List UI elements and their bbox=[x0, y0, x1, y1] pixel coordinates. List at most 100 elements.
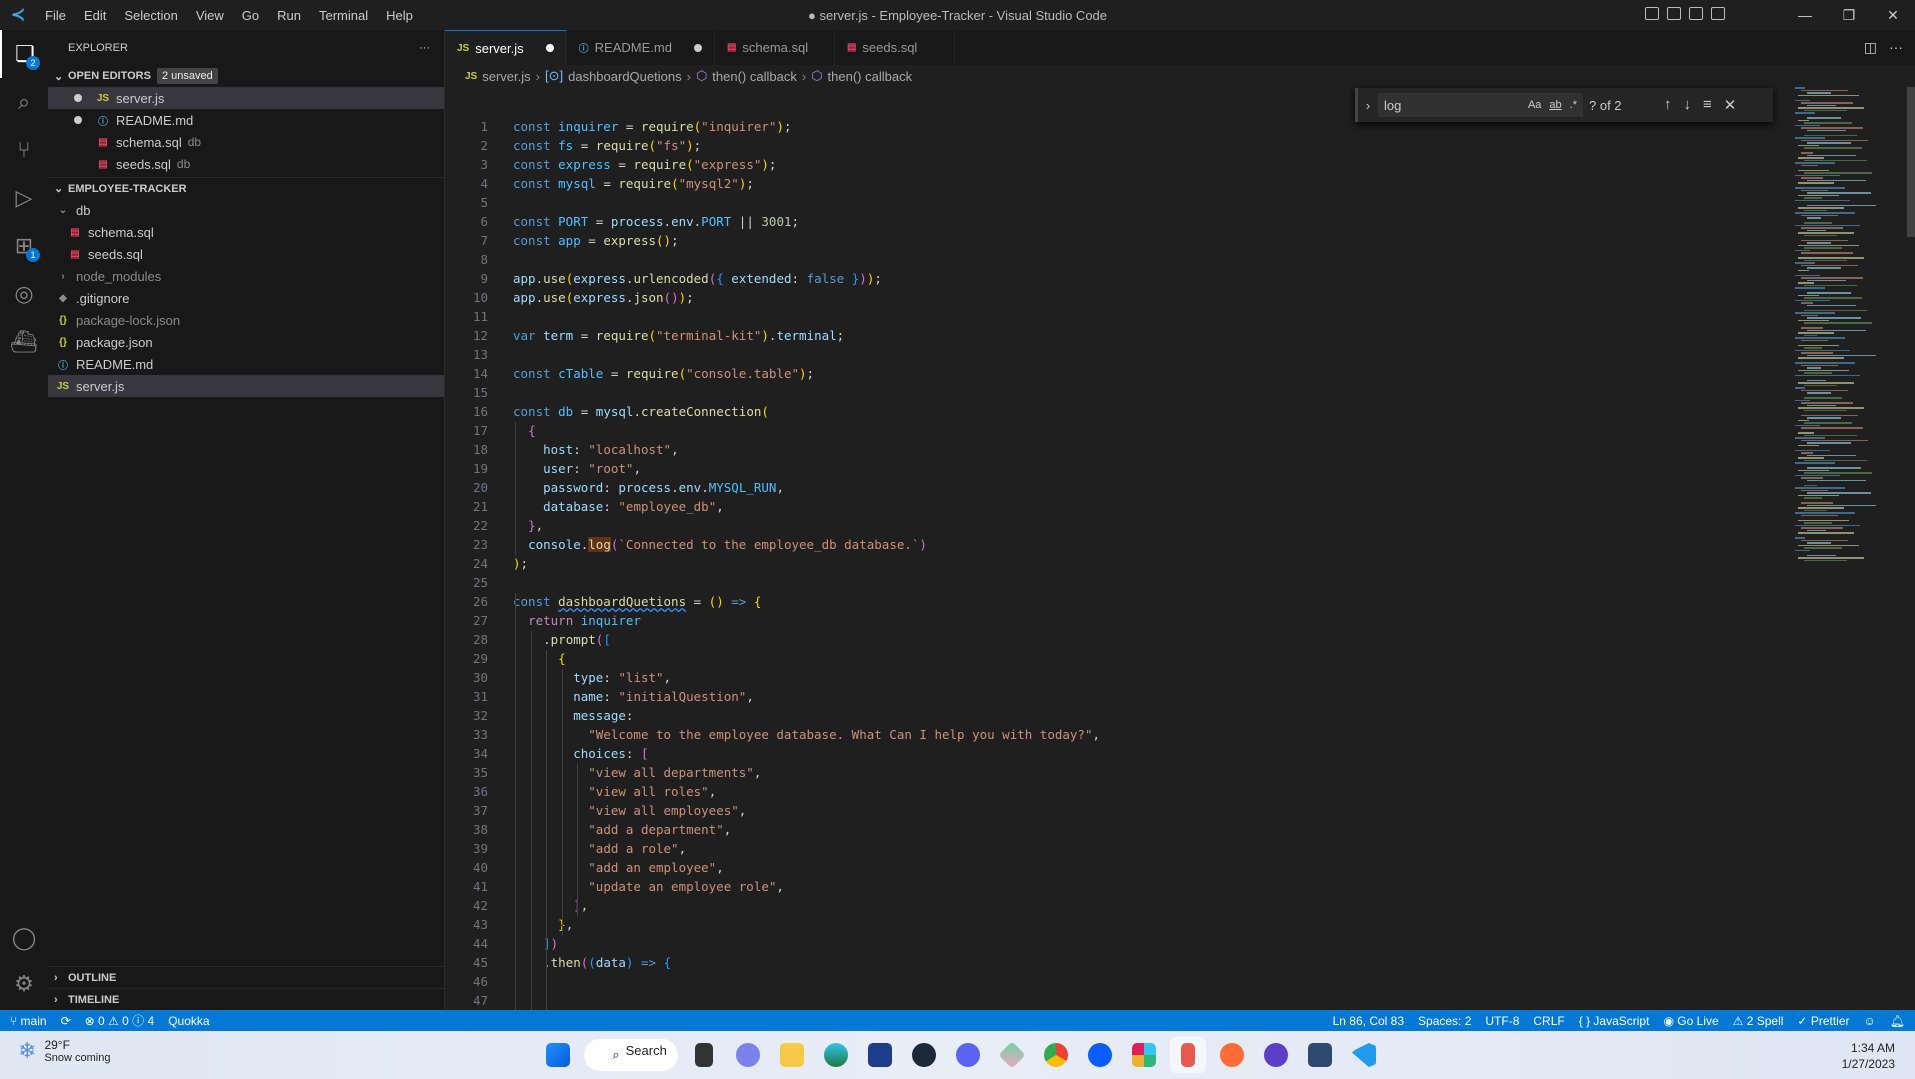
toggle-secondary-sidebar-icon[interactable] bbox=[1689, 7, 1703, 20]
tab-server-js[interactable]: JS server.js bbox=[445, 30, 567, 65]
tab-seeds-sql[interactable]: ▤ seeds.sql bbox=[834, 30, 955, 65]
code-line[interactable]: ]) bbox=[513, 935, 558, 952]
code-line[interactable]: database: "employee_db", bbox=[513, 498, 724, 515]
chrome-icon[interactable] bbox=[1038, 1037, 1074, 1073]
more-actions-icon[interactable]: ··· bbox=[1889, 39, 1903, 56]
code-line[interactable]: host: "localhost", bbox=[513, 441, 679, 458]
edge-icon[interactable] bbox=[818, 1037, 854, 1073]
code-line[interactable]: const cTable = require("console.table"); bbox=[513, 365, 814, 382]
code-line[interactable]: var term = require("terminal-kit").termi… bbox=[513, 327, 844, 344]
explorer-icon[interactable]: ❏ 2 bbox=[0, 30, 48, 78]
file-tree-item[interactable]: JS server.js bbox=[48, 375, 444, 397]
vscode-taskbar-icon[interactable] bbox=[1346, 1037, 1382, 1073]
code-line[interactable]: type: "list", bbox=[513, 669, 671, 686]
line-endings[interactable]: CRLF bbox=[1533, 1014, 1564, 1028]
code-line[interactable]: const dashboardQuetions = () => { bbox=[513, 593, 761, 610]
unsaved-dot-icon[interactable] bbox=[74, 94, 82, 102]
code-line[interactable]: "view all departments", bbox=[513, 764, 761, 781]
run-debug-icon[interactable]: ▷ bbox=[0, 174, 48, 222]
code-line[interactable]: }, bbox=[513, 916, 573, 933]
cursor-position[interactable]: Ln 86, Col 83 bbox=[1333, 1014, 1404, 1028]
more-actions-icon[interactable]: ··· bbox=[419, 42, 430, 54]
problems-indicator[interactable]: ⊗ 0 ⚠ 0 ⓘ 4 bbox=[85, 1012, 155, 1029]
encoding[interactable]: UTF-8 bbox=[1485, 1014, 1519, 1028]
weather-widget[interactable]: ❄ 29°F Snow coming bbox=[18, 1038, 110, 1064]
teams-chat-icon[interactable] bbox=[730, 1037, 766, 1073]
code-line[interactable]: const mysql = require("mysql2"); bbox=[513, 175, 754, 192]
code-editor[interactable]: 1 const inquirer = require("inquirer"); 2 c… bbox=[445, 87, 1915, 1010]
code-line[interactable]: "view all employees", bbox=[513, 802, 746, 819]
unsaved-dot-icon[interactable] bbox=[693, 43, 702, 52]
snipping-tool-icon[interactable] bbox=[1170, 1037, 1206, 1073]
file-tree-item[interactable]: {} package.json bbox=[48, 331, 444, 353]
code-line[interactable]: const inquirer = require("inquirer"); bbox=[513, 118, 792, 135]
file-tree-item[interactable]: ⓘ README.md bbox=[48, 353, 444, 375]
open-editor-item[interactable]: ⓘ README.md bbox=[48, 109, 444, 131]
source-control-icon[interactable]: ⑂ bbox=[0, 126, 48, 174]
code-line[interactable]: "add a role", bbox=[513, 840, 686, 857]
menu-help[interactable]: Help bbox=[386, 8, 413, 23]
feedback-icon[interactable]: ☺ bbox=[1864, 1014, 1876, 1028]
whole-word-toggle[interactable]: ab bbox=[1549, 99, 1561, 111]
outline-section[interactable]: › OUTLINE bbox=[48, 967, 445, 989]
toggle-panel-icon[interactable] bbox=[1667, 7, 1681, 20]
tab-schema-sql[interactable]: ▤ schema.sql bbox=[714, 30, 835, 65]
find-in-selection-icon[interactable]: ≡ bbox=[1703, 96, 1712, 114]
next-match-icon[interactable]: ↓ bbox=[1684, 96, 1692, 114]
code-line[interactable]: return inquirer bbox=[513, 612, 641, 629]
toggle-sidebar-icon[interactable] bbox=[1645, 7, 1659, 20]
open-editors-header[interactable]: ⌄ OPEN EDITORS 2 unsaved bbox=[48, 65, 444, 87]
minimap[interactable] bbox=[1795, 87, 1905, 1010]
unsaved-dot-icon[interactable] bbox=[74, 116, 82, 124]
task-view-icon[interactable] bbox=[686, 1037, 722, 1073]
file-tree-item[interactable]: ▤ schema.sql bbox=[48, 221, 444, 243]
code-line[interactable]: "update an employee role", bbox=[513, 878, 784, 895]
close-button[interactable]: ✕ bbox=[1871, 7, 1915, 24]
sync-icon[interactable]: ⟳ bbox=[61, 1014, 71, 1028]
kite-icon[interactable] bbox=[994, 1037, 1030, 1073]
taskbar-search[interactable]: ⌕ Search bbox=[584, 1039, 678, 1071]
code-line[interactable]: app.use(express.urlencoded({ extended: f… bbox=[513, 270, 882, 287]
restore-button[interactable]: ❐ bbox=[1827, 7, 1871, 24]
slack-icon[interactable] bbox=[1126, 1037, 1162, 1073]
breadcrumb-callback[interactable]: then() callback bbox=[828, 69, 913, 84]
breadcrumb-file[interactable]: server.js bbox=[482, 69, 530, 84]
mysql-workbench-icon[interactable] bbox=[1302, 1037, 1338, 1073]
code-line[interactable]: const PORT = process.env.PORT || 3001; bbox=[513, 213, 799, 230]
obs-icon[interactable] bbox=[1258, 1037, 1294, 1073]
code-line[interactable]: name: "initialQuestion", bbox=[513, 688, 754, 705]
discord-icon[interactable] bbox=[950, 1037, 986, 1073]
file-tree-item[interactable]: ▤ seeds.sql bbox=[48, 243, 444, 265]
code-line[interactable]: "view all roles", bbox=[513, 783, 716, 800]
edge-devtools-icon[interactable]: ◎ bbox=[0, 270, 48, 318]
docker-icon[interactable]: ⛴ bbox=[0, 318, 48, 366]
toggle-replace-icon[interactable]: › bbox=[1358, 98, 1378, 113]
quokka-status[interactable]: Quokka bbox=[168, 1014, 209, 1028]
breadcrumb-symbol[interactable]: dashboardQuetions bbox=[568, 69, 681, 84]
open-editor-item[interactable]: JS server.js bbox=[48, 87, 444, 109]
menu-go[interactable]: Go bbox=[242, 8, 259, 23]
file-tree-item[interactable]: ⌄ db bbox=[48, 199, 444, 221]
code-line[interactable]: { bbox=[513, 650, 566, 667]
customize-layout-icon[interactable] bbox=[1711, 7, 1725, 20]
spell-check-status[interactable]: ⚠ 2 Spell bbox=[1733, 1014, 1784, 1028]
project-header[interactable]: ⌄ EMPLOYEE-TRACKER bbox=[48, 177, 444, 199]
postman-icon[interactable] bbox=[1214, 1037, 1250, 1073]
file-tree-item[interactable]: {} package-lock.json bbox=[48, 309, 444, 331]
notifications-bell-icon[interactable]: 🔔︎ bbox=[1890, 1014, 1905, 1028]
start-button-icon[interactable] bbox=[540, 1037, 576, 1073]
code-line[interactable]: const db = mysql.createConnection( bbox=[513, 403, 769, 420]
code-line[interactable]: app.use(express.json()); bbox=[513, 289, 694, 306]
code-line[interactable]: { bbox=[513, 422, 536, 439]
steam-icon[interactable] bbox=[906, 1037, 942, 1073]
zoom-icon[interactable] bbox=[1082, 1037, 1118, 1073]
code-line[interactable]: "Welcome to the employee database. What … bbox=[513, 726, 1100, 743]
indentation[interactable]: Spaces: 2 bbox=[1418, 1014, 1471, 1028]
file-tree-item[interactable]: ◆ .gitignore bbox=[48, 287, 444, 309]
accounts-icon[interactable]: ◯ bbox=[0, 914, 48, 962]
find-input[interactable]: log Aa ab .* bbox=[1378, 93, 1583, 117]
menu-view[interactable]: View bbox=[196, 8, 224, 23]
code-line[interactable]: "add an employee", bbox=[513, 859, 723, 876]
code-line[interactable]: const app = express(); bbox=[513, 232, 679, 249]
code-line[interactable]: user: "root", bbox=[513, 460, 641, 477]
